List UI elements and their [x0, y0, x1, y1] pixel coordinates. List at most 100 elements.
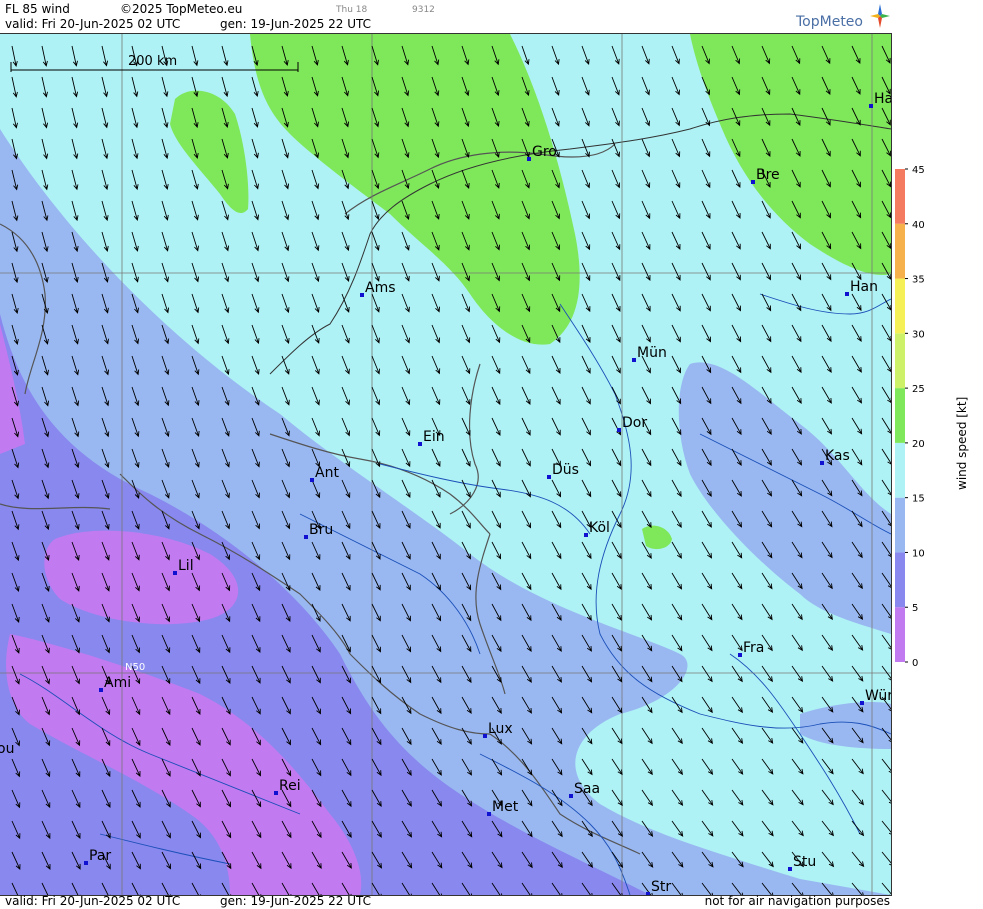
city-marker[interactable]: Düs	[547, 462, 579, 479]
legend-tick-label: 20	[912, 439, 925, 450]
city-label: Köl	[589, 520, 610, 536]
city-label: Wür	[865, 688, 891, 704]
map-page: FL 85 wind ©2025 TopMeteo.eu Thu 18 9312…	[0, 0, 983, 909]
city-dot	[173, 571, 177, 575]
city-label: Han	[850, 279, 878, 295]
legend-tick-label: 45	[912, 165, 925, 176]
legend-band	[895, 497, 905, 553]
city-dot	[869, 104, 873, 108]
city-marker[interactable]: Lux	[483, 721, 513, 738]
city-label: Ami	[104, 675, 131, 691]
legend-tick-label: 15	[912, 494, 925, 505]
legend-band	[895, 223, 905, 279]
legend-band	[895, 607, 905, 662]
legend-tick-label: 40	[912, 220, 925, 231]
city-dot	[487, 812, 491, 816]
city-label: Ant	[315, 465, 339, 481]
copyright: ©2025 TopMeteo.eu	[120, 2, 243, 16]
legend-tick-label: 25	[912, 384, 925, 395]
city-dot	[738, 653, 742, 657]
city-label: Rei	[279, 778, 301, 794]
city-label: Ha	[874, 91, 891, 107]
legend-tick-label: 5	[912, 603, 918, 614]
wind-map[interactable]: N50 200 km GroBreHaAmsHanMünEinDorKasAnt…	[0, 33, 892, 896]
city-label: ou	[0, 741, 14, 757]
city-dot	[751, 180, 755, 184]
city-marker[interactable]: Ami	[99, 675, 131, 692]
city-dot	[527, 157, 531, 161]
city-label: Gro	[532, 144, 557, 160]
city-marker[interactable]: Mün	[632, 345, 667, 362]
city-dot	[483, 734, 487, 738]
city-marker[interactable]: Dor	[617, 415, 647, 432]
city-dot	[99, 688, 103, 692]
generated-time: gen: 19-Jun-2025 22 UTC	[220, 17, 372, 31]
topmeteo-logo[interactable]: TopMeteo	[796, 4, 892, 32]
legend-tick-label: 10	[912, 548, 925, 559]
legend-band	[895, 169, 905, 224]
legend-tick-label: 35	[912, 275, 925, 286]
city-dot	[84, 861, 88, 865]
city-marker[interactable]: Ams	[360, 280, 396, 297]
city-label: Par	[89, 848, 111, 864]
city-dot	[788, 867, 792, 871]
compass-icon	[870, 4, 890, 28]
code-label: 9312	[412, 5, 435, 15]
city-label: Met	[492, 799, 519, 815]
city-dot	[646, 892, 650, 895]
city-marker[interactable]: Par	[84, 848, 111, 865]
footer-disclaimer: not for air navigation purposes	[704, 894, 890, 908]
city-marker[interactable]: Wür	[860, 688, 891, 705]
legend-tick-label: 0	[912, 658, 918, 669]
valid-time: valid: Fri 20-Jun-2025 02 UTC	[5, 17, 181, 31]
city-dot	[274, 791, 278, 795]
grid-label-n50: N50	[125, 662, 145, 673]
city-label: Düs	[552, 462, 579, 478]
city-dot	[360, 293, 364, 297]
city-label: Ein	[423, 429, 445, 445]
legend-band	[895, 552, 905, 608]
city-label: Kas	[825, 448, 850, 464]
city-label: Ams	[365, 280, 396, 296]
legend-title: wind speed [kt]	[955, 397, 969, 490]
wind-map-canvas: N50 200 km GroBreHaAmsHanMünEinDorKasAnt…	[0, 34, 891, 895]
city-label: Fra	[743, 640, 764, 656]
legend-tick-label: 30	[912, 329, 925, 340]
city-dot	[310, 478, 314, 482]
footer-generated-time: gen: 19-Jun-2025 22 UTC	[220, 894, 372, 908]
city-dot	[632, 358, 636, 362]
city-dot	[304, 535, 308, 539]
city-marker[interactable]: Gro	[527, 144, 557, 161]
city-label: Saa	[574, 781, 600, 797]
city-marker[interactable]: Ant	[310, 465, 339, 482]
city-label: Str	[651, 879, 671, 895]
city-label: Stu	[793, 854, 816, 870]
city-dot	[418, 442, 422, 446]
logo-text: TopMeteo	[796, 14, 863, 30]
city-marker[interactable]: Stu	[788, 854, 816, 871]
legend-band	[895, 442, 905, 498]
legend-band	[895, 333, 905, 389]
city-marker[interactable]: Bru	[304, 522, 333, 539]
wind-speed-legend: 45 40 35 30 25 20 15 10 5 0 wind speed [kt]	[895, 165, 969, 669]
city-dot	[569, 794, 573, 798]
city-label: Bre	[756, 167, 780, 183]
city-marker[interactable]: Saa	[569, 781, 600, 798]
city-label: Dor	[622, 415, 647, 431]
city-dot	[617, 428, 621, 432]
city-dot	[845, 292, 849, 296]
city-marker[interactable]: Kas	[820, 448, 850, 465]
legend-color-bar	[895, 169, 905, 662]
city-dot	[820, 461, 824, 465]
city-marker[interactable]: Met	[487, 799, 519, 816]
city-dot	[860, 701, 864, 705]
city-marker[interactable]: Han	[845, 279, 878, 296]
legend-ticks: 45 40 35 30 25 20 15 10 5 0	[905, 165, 925, 669]
city-label: Mün	[637, 345, 667, 361]
footer-valid-time: valid: Fri 20-Jun-2025 02 UTC	[5, 894, 181, 908]
city-label: Lux	[488, 721, 513, 737]
city-marker[interactable]: Bre	[751, 167, 780, 184]
city-marker[interactable]: ou	[0, 741, 14, 758]
legend-band	[895, 388, 905, 443]
product-title: FL 85 wind	[5, 2, 70, 16]
